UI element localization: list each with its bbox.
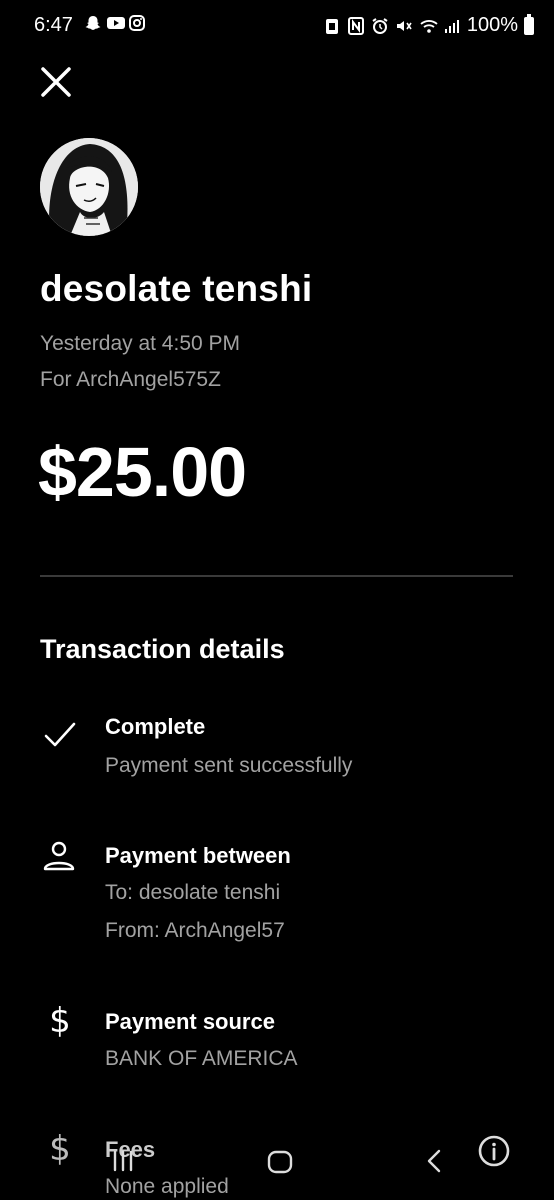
home-button[interactable] — [266, 1148, 294, 1181]
source-bank: BANK OF AMERICA — [105, 1047, 298, 1070]
source-title: Payment source — [105, 1009, 275, 1034]
avatar — [40, 138, 138, 236]
back-button[interactable] — [422, 1148, 448, 1179]
dollar-icon: $ — [49, 1001, 71, 1041]
divider — [40, 575, 513, 577]
between-to: To: desolate tenshi — [105, 881, 281, 904]
home-icon — [267, 1150, 293, 1174]
transaction-datetime: Yesterday at 4:50 PM — [40, 332, 241, 355]
alarm-icon — [371, 17, 389, 35]
between-from: From: ArchAngel57 — [105, 919, 285, 942]
info-button[interactable] — [477, 1134, 511, 1173]
recipient-name: desolate tenshi — [40, 268, 313, 309]
signal-icon — [443, 17, 461, 35]
notification-icons — [84, 14, 146, 32]
close-icon — [41, 67, 71, 97]
wifi-icon — [419, 17, 438, 35]
close-button[interactable] — [38, 64, 74, 100]
navigation-bar — [0, 1130, 554, 1200]
nfc-icon — [347, 16, 365, 35]
recents-icon — [113, 1150, 133, 1172]
info-icon — [478, 1135, 510, 1167]
youtube-icon — [106, 14, 125, 32]
recents-button[interactable] — [110, 1148, 136, 1179]
snapchat-icon — [84, 14, 102, 32]
person-icon — [43, 841, 75, 871]
instagram-icon — [128, 14, 146, 32]
section-title: Transaction details — [40, 634, 285, 664]
checkmark-icon — [44, 722, 76, 747]
clipboard-icon — [323, 17, 341, 35]
mute-icon — [395, 17, 413, 35]
system-icons: 100% — [323, 13, 534, 37]
status-time: 6:47 — [34, 14, 73, 36]
transaction-amount: $25.00 — [38, 433, 247, 511]
battery-percent: 100% — [466, 14, 518, 36]
status-bar: 6:47 100% — [0, 0, 554, 52]
back-icon — [427, 1149, 441, 1173]
status-title: Complete — [105, 714, 206, 739]
status-subtitle: Payment sent successfully — [105, 754, 353, 777]
between-title: Payment between — [105, 843, 291, 868]
battery-icon — [524, 13, 534, 35]
transaction-memo: For ArchAngel575Z — [40, 368, 221, 391]
